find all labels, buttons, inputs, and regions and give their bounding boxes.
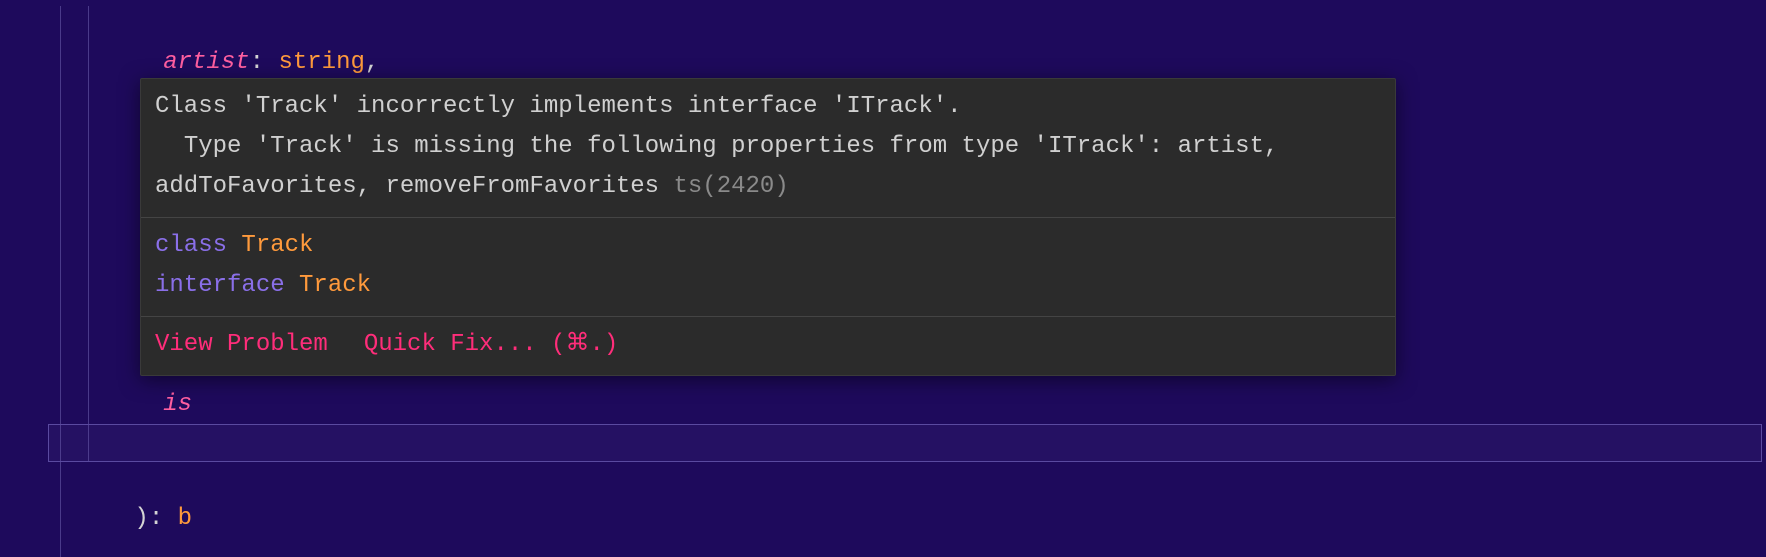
- declaration-keyword: class: [155, 232, 227, 259]
- hover-error-message: Class 'Track' incorrectly implements int…: [141, 79, 1395, 217]
- code-editor[interactable]: artist: string, releasedAt: string, ge i…: [0, 0, 1766, 557]
- type-annotation: string: [278, 49, 364, 76]
- view-problem-link[interactable]: View Problem: [155, 325, 328, 365]
- property-fragment: is: [163, 391, 192, 418]
- paren-close: ):: [134, 505, 163, 532]
- type-fragment: b: [178, 505, 192, 532]
- hover-declarations: class Track interface Track: [141, 218, 1395, 316]
- hover-tooltip[interactable]: Class 'Track' incorrectly implements int…: [140, 78, 1396, 376]
- code-line[interactable]: ): b: [0, 462, 1766, 557]
- declaration-name: Track: [241, 232, 313, 259]
- quick-fix-link[interactable]: Quick Fix... (⌘.): [364, 325, 618, 365]
- declaration-name: Track: [299, 272, 371, 299]
- error-message-line: Class 'Track' incorrectly implements int…: [155, 93, 962, 120]
- error-code: ts(2420): [674, 173, 789, 200]
- hover-actions-bar: View Problem Quick Fix... (⌘.): [141, 317, 1395, 375]
- property-name: artist: [163, 49, 249, 76]
- declaration-keyword: interface: [155, 272, 285, 299]
